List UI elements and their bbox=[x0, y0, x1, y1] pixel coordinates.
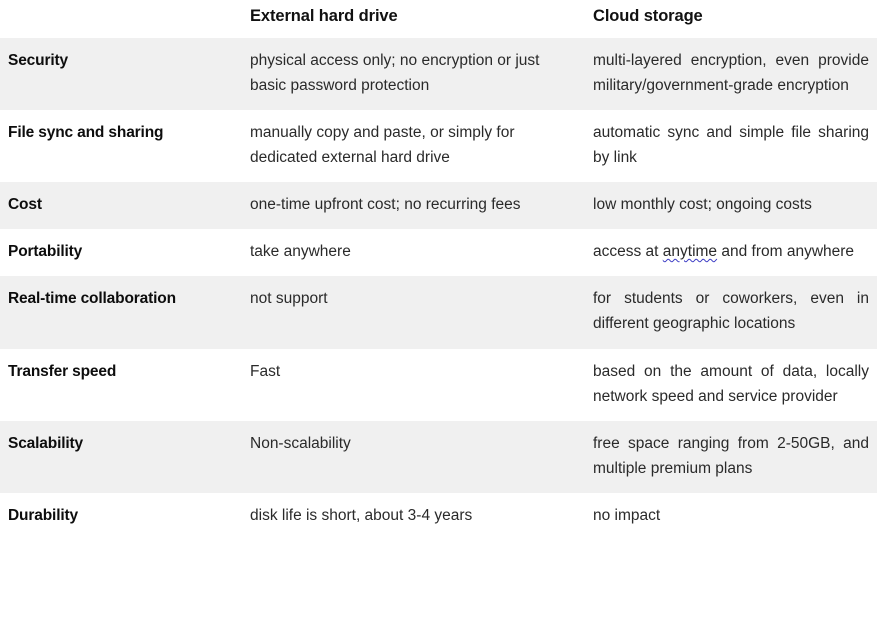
table-row: Security physical access only; no encrypt… bbox=[0, 37, 877, 110]
cell-external-hard-drive: not support bbox=[250, 276, 590, 349]
spellcheck-misspelled-word[interactable]: anytime bbox=[663, 243, 717, 260]
cloud-text-after: and from anywhere bbox=[717, 243, 855, 261]
row-feature-label: Real-time collaboration bbox=[0, 276, 250, 349]
row-feature-label: Portability bbox=[0, 229, 250, 277]
table-row: File sync and sharing manually copy and p… bbox=[0, 109, 877, 183]
table-row: Portability take anywhere access at anytim… bbox=[0, 229, 877, 277]
comparison-table-container: External hard drive Cloud storage Securi… bbox=[0, 0, 877, 627]
table-body: Security physical access only; no encrypt… bbox=[0, 37, 877, 541]
cell-cloud-storage: no impact bbox=[590, 492, 877, 541]
table-row: Durability disk life is short, about 3-4 … bbox=[0, 492, 877, 541]
row-feature-label: File sync and sharing bbox=[0, 109, 250, 183]
column-header-feature bbox=[0, 0, 250, 38]
cell-cloud-storage: based on the amount of data, locally net… bbox=[590, 348, 877, 421]
row-feature-label: Cost bbox=[0, 182, 250, 230]
cell-external-hard-drive: manually copy and paste, or simply for d… bbox=[250, 109, 590, 183]
column-header-external-hard-drive: External hard drive bbox=[250, 0, 590, 38]
row-feature-label: Security bbox=[0, 37, 250, 110]
cell-external-hard-drive: Non-scalability bbox=[250, 420, 590, 493]
column-header-cloud-storage: Cloud storage bbox=[590, 0, 877, 38]
cell-external-hard-drive: physical access only; no encryption or j… bbox=[250, 37, 590, 110]
cell-cloud-storage: access at anytime and from anywhere bbox=[590, 229, 877, 277]
cell-external-hard-drive: Fast bbox=[250, 348, 590, 421]
cell-cloud-storage: low monthly cost; ongoing costs bbox=[590, 182, 877, 230]
cell-cloud-storage: multi-layered encryption, even provide m… bbox=[590, 37, 877, 110]
cell-cloud-storage: automatic sync and simple file sharing b… bbox=[590, 109, 877, 183]
cell-cloud-storage: free space ranging from 2-50GB, and mult… bbox=[590, 420, 877, 493]
table-row: Cost one-time upfront cost; no recurring … bbox=[0, 182, 877, 230]
cell-external-hard-drive: take anywhere bbox=[250, 229, 590, 277]
table-header-row: External hard drive Cloud storage bbox=[0, 0, 877, 38]
cell-cloud-storage: for students or coworkers, even in diffe… bbox=[590, 276, 877, 349]
cell-external-hard-drive: one-time upfront cost; no recurring fees bbox=[250, 182, 590, 230]
table-header: External hard drive Cloud storage bbox=[0, 0, 877, 38]
row-feature-label: Durability bbox=[0, 492, 250, 541]
row-feature-label: Transfer speed bbox=[0, 348, 250, 421]
table-row: Real-time collaboration not support for st… bbox=[0, 276, 877, 349]
comparison-table: External hard drive Cloud storage Securi… bbox=[0, 0, 877, 541]
cloud-text-before: access at bbox=[593, 243, 663, 261]
row-feature-label: Scalability bbox=[0, 420, 250, 493]
cell-external-hard-drive: disk life is short, about 3-4 years bbox=[250, 492, 590, 541]
table-row: Transfer speed Fast based on the amount of… bbox=[0, 348, 877, 421]
table-row: Scalability Non-scalability free space ran… bbox=[0, 420, 877, 493]
